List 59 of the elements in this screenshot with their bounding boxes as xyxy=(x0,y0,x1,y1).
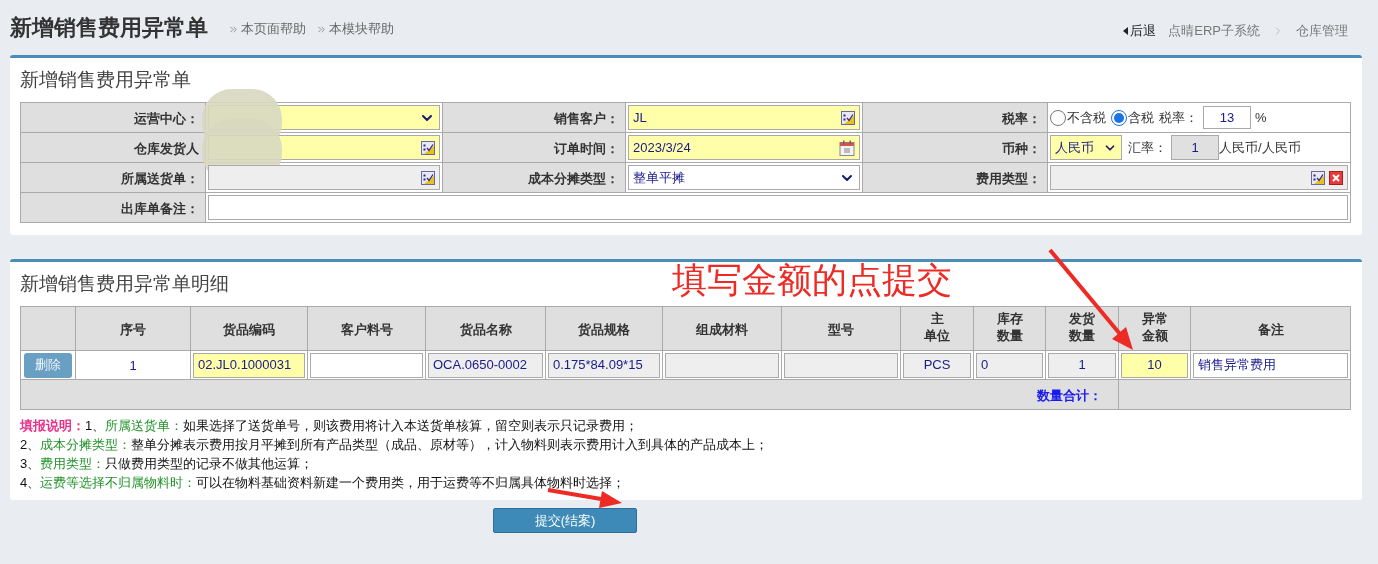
column-header: 组成材料 xyxy=(696,320,748,338)
panel-title: 新增销售费用异常单明细 xyxy=(20,272,229,296)
lookup-field[interactable]: JL xyxy=(628,105,860,130)
column-header: 异常金额 xyxy=(1141,310,1168,344)
panel-title: 新增销售费用异常单 xyxy=(20,68,191,92)
field-label: 成本分摊类型： xyxy=(528,170,619,186)
field-label: 币种： xyxy=(1002,140,1041,156)
back-triangle-icon xyxy=(1123,26,1129,35)
percent-unit: % xyxy=(1255,108,1267,127)
radio-option[interactable]: 含税 xyxy=(1111,107,1154,128)
column-header: 发货数量 xyxy=(1069,310,1095,344)
column-header: 序号 xyxy=(120,320,146,338)
lookup-icon[interactable] xyxy=(421,140,435,155)
help-link[interactable]: 本页面帮助 xyxy=(241,19,306,39)
select-field[interactable]: 整单平摊 xyxy=(628,165,860,190)
field-label: 费用类型： xyxy=(976,170,1041,186)
field-label: 税率： xyxy=(1002,110,1041,126)
column-header: 货品规格 xyxy=(578,320,630,338)
submit-button[interactable]: 提交(结案) xyxy=(493,508,637,533)
tax-rate-field[interactable]: 13 xyxy=(1203,106,1251,129)
note-line: 4、运费等选择不归属物料时：可以在物料基础资料新建一个费用类，用于运费等不归属具体物料时选择； xyxy=(20,474,627,492)
field-label: 销售客户： xyxy=(554,110,619,126)
exchange-rate-field: 1 xyxy=(1171,135,1219,160)
column-header: 货品名称 xyxy=(459,320,512,338)
field-label: 仓库发货人 xyxy=(134,140,199,156)
page-title: 新增销售费用异常单 xyxy=(10,14,208,42)
date-field[interactable]: 2023/3/24 xyxy=(628,135,860,160)
exchange-rate-label: 汇率： xyxy=(1128,138,1167,157)
annotation-text: 填写金额的点提交 xyxy=(672,259,952,301)
column-header: 型号 xyxy=(828,320,854,338)
radio-option[interactable]: 不含税 xyxy=(1050,107,1106,128)
input-field[interactable]: 02.JL0.1000031 xyxy=(193,352,305,378)
column-header: 客户料号 xyxy=(340,320,393,338)
total-label: 数量合计： xyxy=(1037,387,1102,403)
note-line: 2、成本分摊类型：整单分摊表示费用按月平摊到所有产品类型（成品、原材等），计入物料则表示费用计入到具体的产品成本上； xyxy=(20,436,770,454)
rate-label: 税率： xyxy=(1159,108,1198,127)
help-link[interactable]: 本模块帮助 xyxy=(329,19,394,39)
breadcrumb-link[interactable]: 仓库管理 xyxy=(1296,20,1348,41)
input-field[interactable] xyxy=(310,352,423,378)
note-line: 填报说明：1、所属送货单：如果选择了送货单号，则该费用将计入本送货单核算，留空则表示只记录费用； xyxy=(20,417,640,435)
field-label: 订单时间： xyxy=(554,140,619,156)
sequence-number: 1 xyxy=(129,358,137,373)
column-header: 货品编码 xyxy=(223,320,275,338)
currency-unit: 人民币/人民币 xyxy=(1219,138,1301,157)
column-header: 备注 xyxy=(1257,320,1284,338)
column-header: 库存数量 xyxy=(996,310,1023,344)
field-label: 出库单备注： xyxy=(121,200,199,216)
input-field[interactable]: 10 xyxy=(1121,352,1188,378)
back-link[interactable]: 后退 xyxy=(1130,20,1157,41)
column-header: 主单位 xyxy=(924,310,950,344)
input-field[interactable]: 销售异常费用 xyxy=(1193,352,1348,378)
input-field[interactable] xyxy=(208,195,1348,220)
lookup-icon[interactable] xyxy=(841,110,855,125)
field-label: 运营中心： xyxy=(134,110,199,126)
calendar-icon[interactable] xyxy=(839,139,855,156)
field-label: 所属送货单： xyxy=(121,170,199,186)
breadcrumb-link[interactable]: 点晴ERP子系统 xyxy=(1168,20,1260,41)
note-line: 3、费用类型：只做费用类型的记录不做其他运算； xyxy=(20,455,315,473)
currency-select[interactable]: 人民币 xyxy=(1050,135,1122,160)
